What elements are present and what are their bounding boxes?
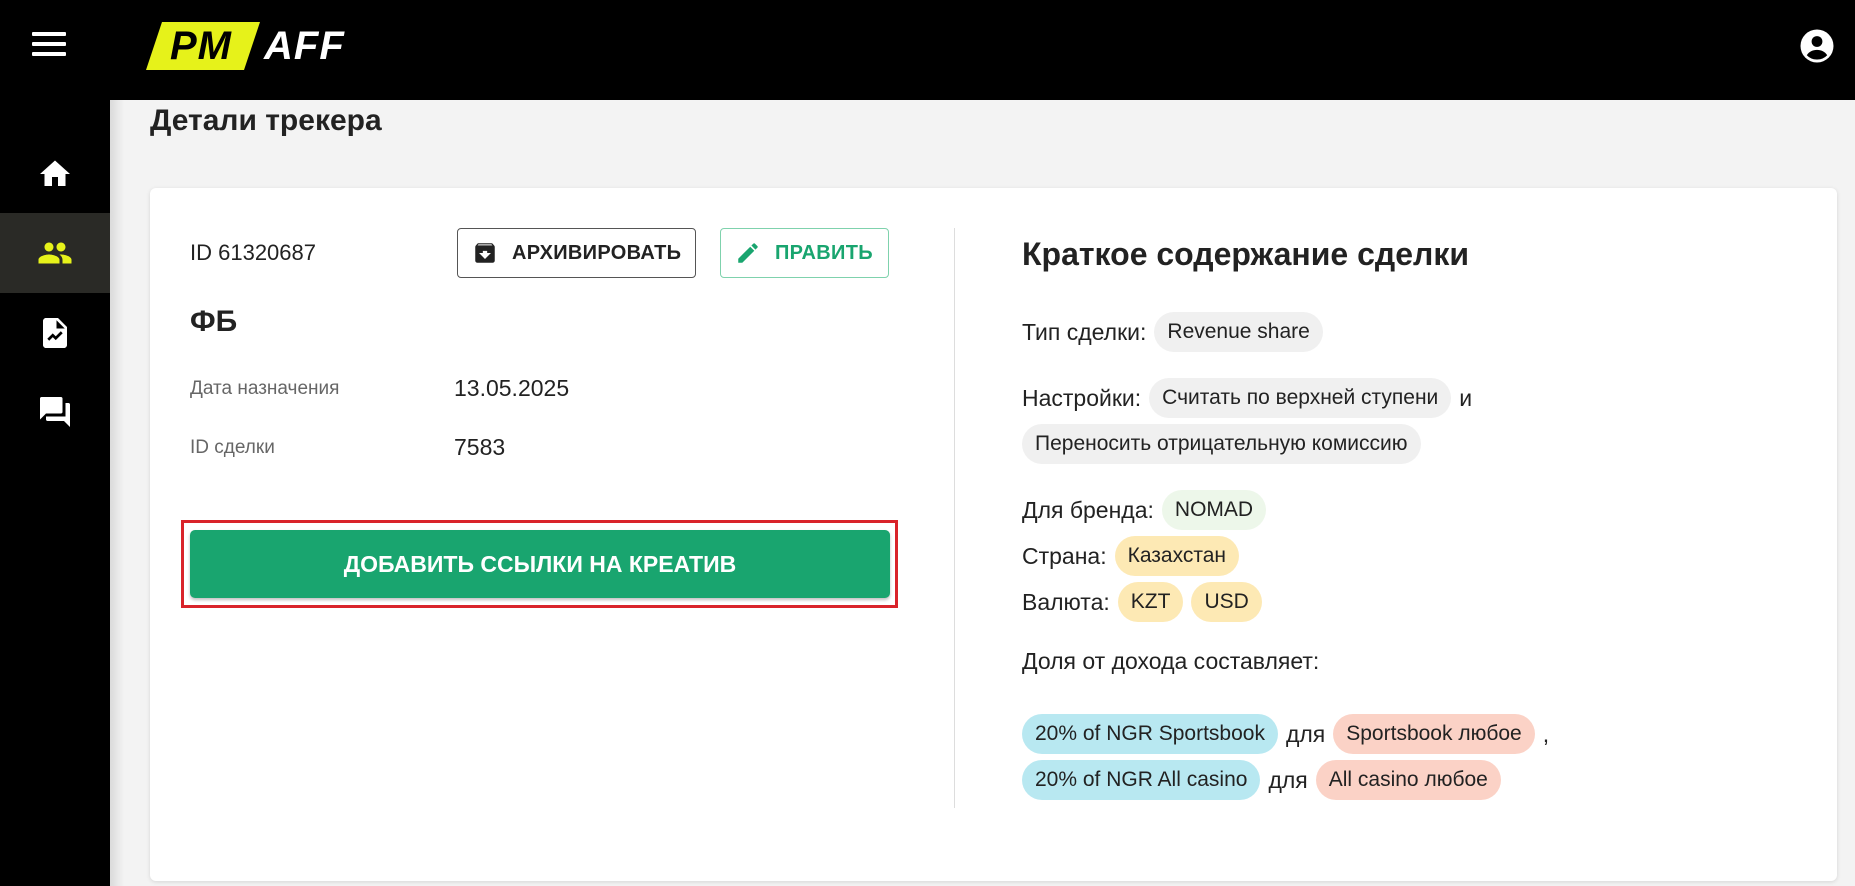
- revenue-target-chip: All casino любое: [1315, 760, 1501, 800]
- logo-pm-text: PM: [146, 22, 260, 70]
- deal-type-row: Тип сделки: Revenue share: [1022, 312, 1331, 352]
- revenue-row-casino: 20% of NGR All casino для All casino люб…: [1022, 760, 1509, 800]
- country-label: Страна:: [1022, 542, 1107, 569]
- vertical-divider: [954, 228, 955, 808]
- report-icon: [43, 318, 67, 348]
- currency-row: Валюта: KZT USD: [1022, 582, 1270, 622]
- sidebar-item-partners[interactable]: [0, 213, 110, 293]
- sidebar-item-messages[interactable]: [0, 372, 110, 452]
- top-app-bar: PM AFF: [0, 0, 1855, 100]
- revenue-trail: ,: [1542, 720, 1550, 747]
- revenue-share-label: Доля от дохода составляет:: [1022, 648, 1320, 674]
- archive-icon: [475, 243, 495, 263]
- logo-aff-text: AFF: [264, 23, 345, 68]
- revenue-row-sportsbook: 20% of NGR Sportsbook для Sportsbook люб…: [1022, 714, 1549, 754]
- brand-label: Для бренда:: [1022, 496, 1154, 523]
- currency-label: Валюта:: [1022, 588, 1110, 615]
- tracker-details-card: ID 61320687 АРХИВИРОВАТЬ ПРАВИТЬ ФБ Дата…: [150, 188, 1837, 881]
- revenue-label-row: Доля от дохода составляет:: [1022, 648, 1319, 675]
- pm-aff-logo[interactable]: PM AFF: [146, 22, 345, 70]
- country-row: Страна: Казахстан: [1022, 536, 1247, 576]
- currency-chip-usd: USD: [1191, 582, 1262, 622]
- currency-chip-kzt: KZT: [1117, 582, 1184, 622]
- revenue-share-chip: 20% of NGR Sportsbook: [1022, 714, 1278, 754]
- people-icon: [38, 242, 72, 264]
- revenue-target-chip: Sportsbook любое: [1333, 714, 1535, 754]
- sidebar-item-home[interactable]: [0, 134, 110, 214]
- pencil-icon: [738, 243, 758, 263]
- deal-id-label: ID сделки: [190, 437, 275, 458]
- revenue-joiner: для: [1268, 766, 1308, 793]
- menu-icon[interactable]: [32, 32, 66, 58]
- archive-button[interactable]: АРХИВИРОВАТЬ: [457, 228, 696, 278]
- account-circle-icon[interactable]: [1799, 28, 1835, 64]
- sidebar-item-reports[interactable]: [0, 293, 110, 373]
- archive-button-label: АРХИВИРОВАТЬ: [512, 241, 682, 264]
- chat-icon: [40, 397, 70, 427]
- edit-button[interactable]: ПРАВИТЬ: [720, 228, 889, 278]
- page-title: Детали трекера: [150, 104, 382, 137]
- deal-id-value: 7583: [454, 434, 506, 460]
- settings-chip-negative-carryover: Переносить отрицательную комиссию: [1022, 424, 1421, 464]
- revenue-joiner: для: [1285, 720, 1326, 747]
- brand-chip: NOMAD: [1161, 490, 1267, 530]
- settings-label: Настройки:: [1022, 384, 1142, 411]
- tracker-name: ФБ: [190, 305, 238, 338]
- settings-joiner: и: [1459, 384, 1473, 411]
- settings-row: Настройки: Считать по верхней ступени и: [1022, 378, 1480, 418]
- edit-button-label: ПРАВИТЬ: [775, 241, 873, 264]
- country-chip: Казахстан: [1114, 536, 1240, 576]
- deal-summary-title: Краткое содержание сделки: [1022, 236, 1470, 272]
- settings-row-2: Переносить отрицательную комиссию: [1022, 424, 1429, 464]
- deal-type-label: Тип сделки:: [1022, 318, 1147, 345]
- deal-type-chip: Revenue share: [1154, 312, 1323, 352]
- assignment-date-value: 13.05.2025: [454, 375, 570, 401]
- tracker-id: ID 61320687: [190, 240, 316, 265]
- sidebar: [0, 100, 110, 886]
- home-icon: [40, 160, 70, 186]
- settings-chip-top-tier: Считать по верхней ступени: [1149, 378, 1452, 418]
- main-content: Детали трекера ID 61320687 АРХИВИРОВАТЬ …: [110, 100, 1855, 886]
- revenue-share-chip: 20% of NGR All casino: [1022, 760, 1261, 800]
- add-creative-links-button[interactable]: ДОБАВИТЬ ССЫЛКИ НА КРЕАТИВ: [190, 530, 890, 598]
- assignment-date-label: Дата назначения: [190, 378, 340, 399]
- brand-row: Для бренда: NOMAD: [1022, 490, 1274, 530]
